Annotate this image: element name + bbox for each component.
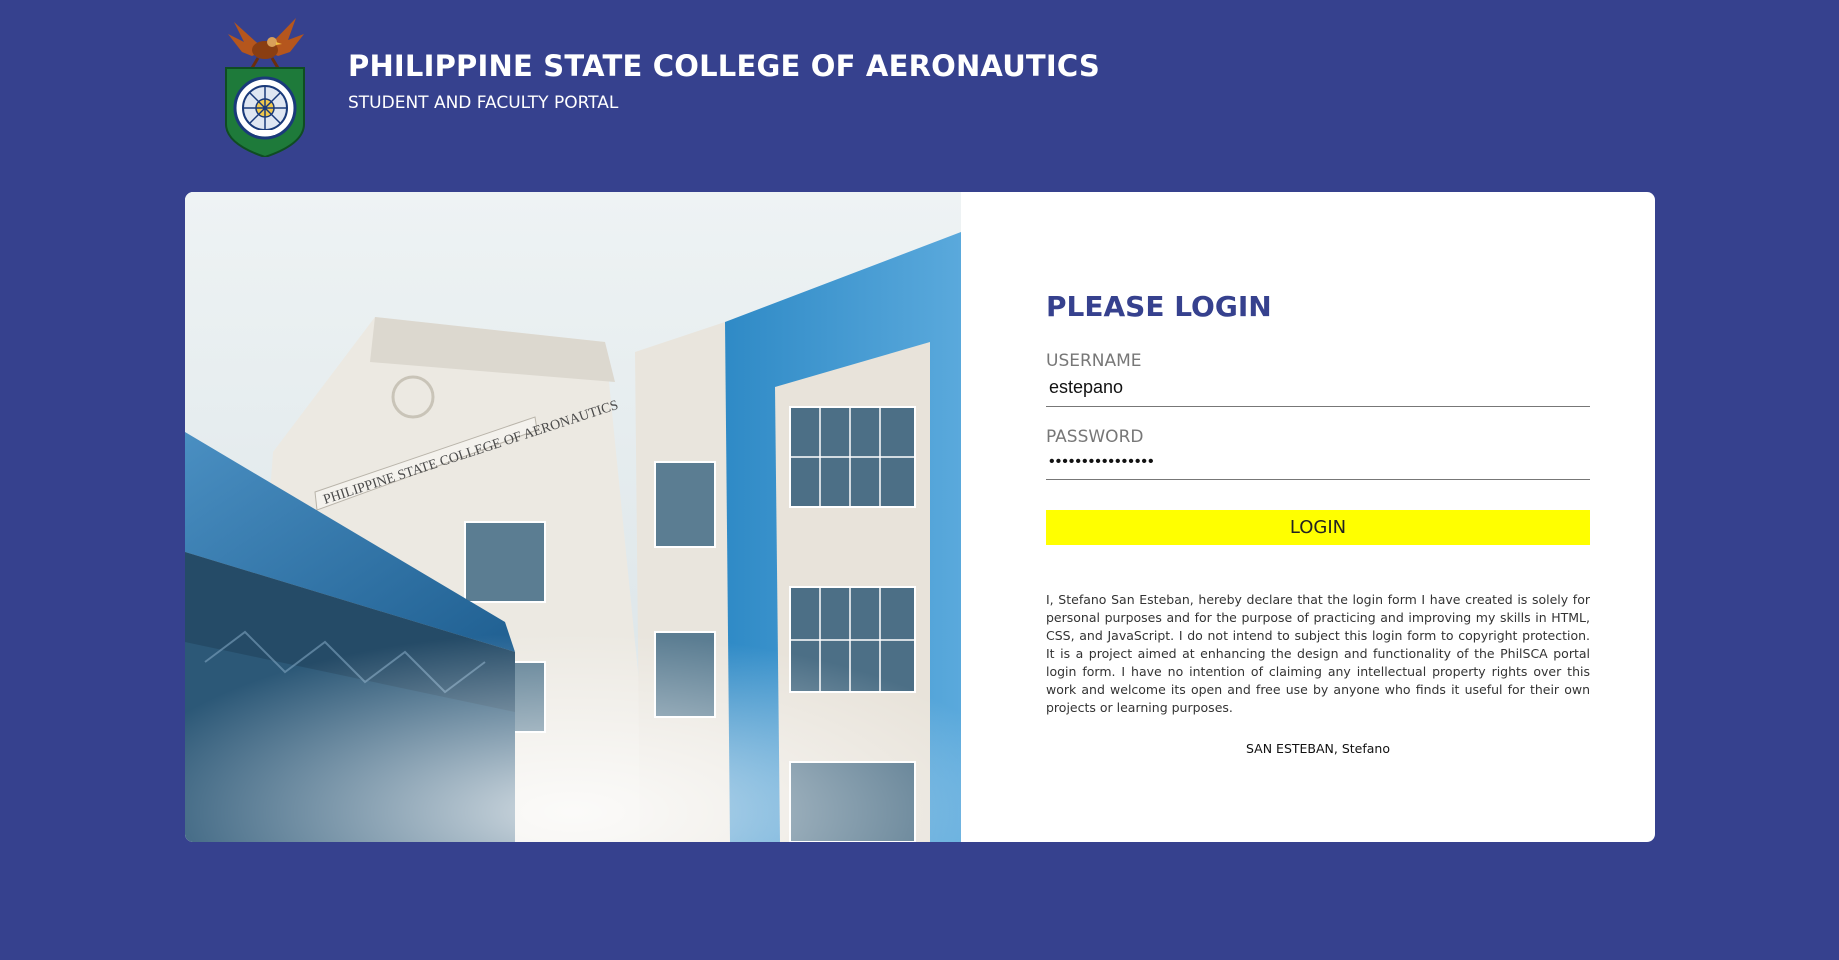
password-input[interactable]: [1046, 449, 1590, 480]
header: PHILIPPINE STATE COLLEGE OF AERONAUTICS …: [222, 12, 1100, 159]
login-form: PLEASE LOGIN USERNAME PASSWORD LOGIN I, …: [1046, 290, 1590, 756]
campus-building-photo: PHILIPPINE STATE COLLEGE OF AERONAUTICS: [185, 192, 961, 842]
page-title: PHILIPPINE STATE COLLEGE OF AERONAUTICS: [348, 48, 1101, 83]
brand: PHILIPPINE STATE COLLEGE OF AERONAUTICS …: [348, 49, 1100, 113]
disclaimer-text: I, Stefano San Esteban, hereby declare t…: [1046, 592, 1590, 715]
login-button[interactable]: LOGIN: [1046, 510, 1590, 545]
password-label: PASSWORD: [1046, 427, 1144, 447]
page-subtitle: STUDENT AND FACULTY PORTAL: [348, 92, 619, 113]
username-label: USERNAME: [1046, 351, 1142, 371]
philsca-seal-eagle-icon: [222, 12, 308, 159]
username-input[interactable]: [1046, 373, 1590, 407]
signature: SAN ESTEBAN, Stefano: [1246, 741, 1390, 756]
login-heading: PLEASE LOGIN: [1046, 290, 1272, 323]
login-form-panel: PLEASE LOGIN USERNAME PASSWORD LOGIN I, …: [961, 192, 1655, 842]
login-card: PHILIPPINE STATE COLLEGE OF AERONAUTICS: [185, 192, 1655, 842]
